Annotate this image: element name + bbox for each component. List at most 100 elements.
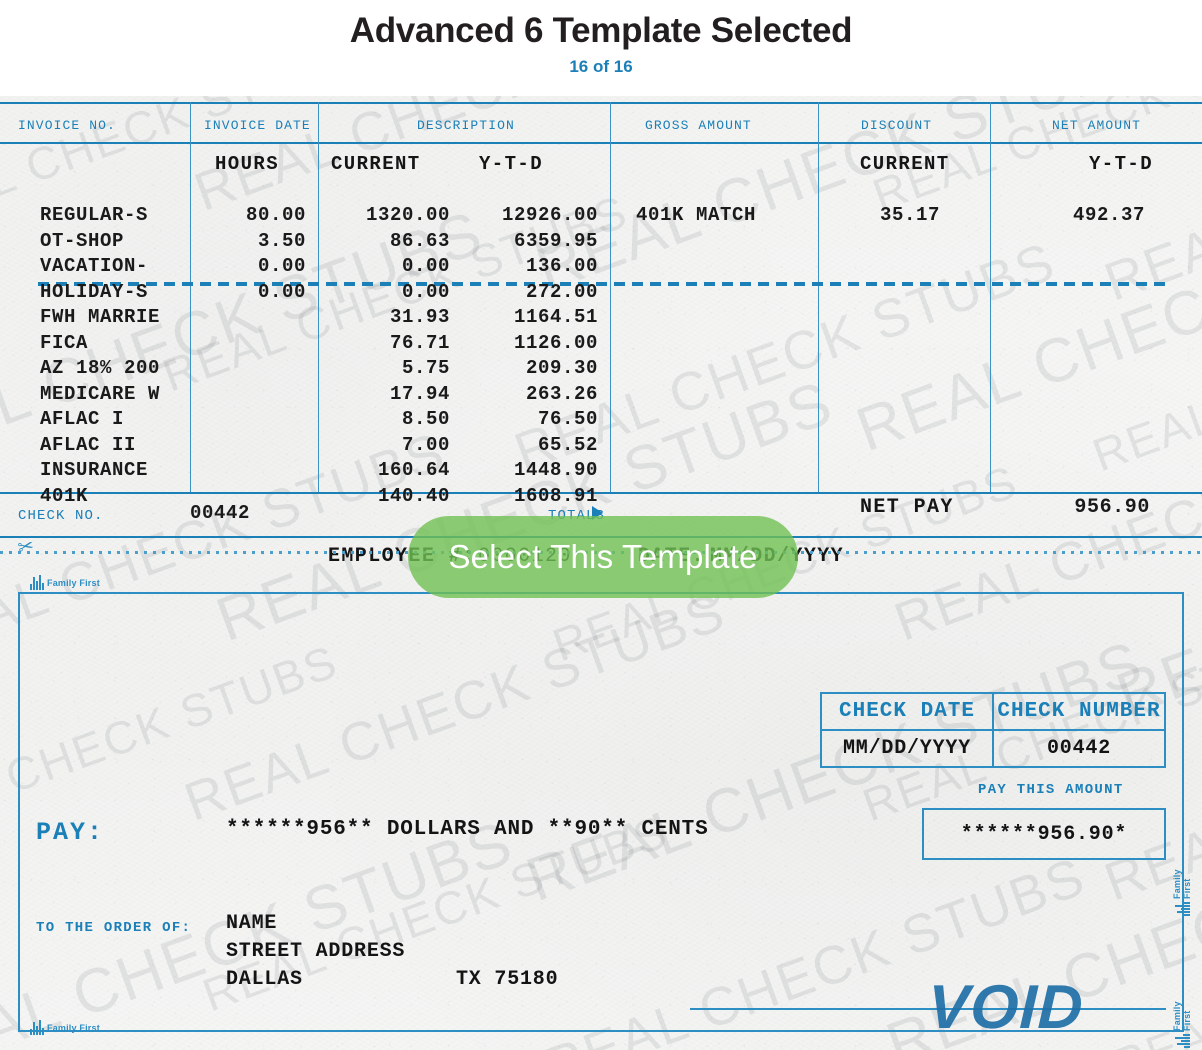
stub-row-current: 31.93 [389,306,450,328]
pay-this-amount-value: ******956.90* [960,822,1128,846]
check-section: CHECK DATE CHECK NUMBER MM/DD/YYYY 00442… [0,574,1202,1050]
stub-row-current: 76.71 [389,331,450,354]
check-date-value: MM/DD/YYYY [842,737,972,760]
waveform-icon-bottom [30,1020,44,1035]
stub-divider-4 [818,102,819,492]
stub-row-current: 5.75 [401,357,450,379]
stub-row-ytd: 12926.00 [501,204,598,226]
stub-divider-5 [990,102,991,492]
stub-row-current: 160.64 [377,459,450,481]
stub-row-ytd: 6359.95 [513,229,598,252]
stub-row-ytd: 76.50 [537,408,598,430]
pay-this-amount-box: ******956.90* [922,808,1166,860]
select-template-button[interactable]: Select This Template [408,516,798,598]
stub-row-ytd: 263.26 [525,382,598,405]
stub-row-name: OT-SHOP [40,229,125,252]
waveform-icon-right-lower [1174,1034,1190,1048]
stub-row-name: HOLIDAY-S [40,280,149,303]
pay-this-amount-label: PAY THIS AMOUNT [978,782,1124,798]
brand-label-right-lower: Family First [1172,1001,1192,1031]
page-header: Advanced 6 Template Selected 16 of 16 [0,0,1202,96]
check-date-header-cell: CHECK DATE [822,694,994,729]
stub-row-ytd: 1448.90 [513,459,598,481]
check-date-value-cell: MM/DD/YYYY [822,731,994,766]
subheader-hours: HOURS [215,153,280,175]
stub-row-hours: 0.00 [257,255,306,277]
stub-row-name: AFLAC II [40,433,137,456]
net-pay-label: NET PAY [860,496,954,519]
brand-mark-bottom-left: Family First [30,1020,100,1035]
stub-row-hours: 80.00 [245,204,306,226]
stub-row-ytd: 209.30 [525,357,598,379]
subheader-current: CURRENT [331,153,421,175]
cdn-value-row: MM/DD/YYYY 00442 [822,731,1164,766]
cdn-header-row: CHECK DATE CHECK NUMBER [822,694,1164,729]
brand-label-right-upper: Family First [1172,869,1192,899]
stub-rule-header [0,142,1202,144]
check-number-header: CHECK NUMBER [997,700,1161,723]
column-header-net-amount: NET AMOUNT [1052,118,1142,133]
stub-divider-1 [190,102,191,492]
stub-row-name: FICA [40,331,89,354]
stub-row-name: AZ 18% 200 [40,357,161,379]
brand-mark-right-lower: Family First [1172,1001,1192,1048]
stub-row-current: 1320.00 [365,204,450,226]
check-no-value: 00442 [189,502,250,524]
column-header-discount: DISCOUNT [861,118,933,133]
stub-row-name: INSURANCE [40,459,149,481]
stub-row-ytd: 272.00 [525,280,598,303]
stub-divider-3 [610,102,611,492]
stub-row-current: 7.00 [401,433,450,456]
payee-street: STREET ADDRESS [226,940,406,963]
stub-row-hours: 3.50 [257,229,306,252]
stub-row-hours: 0.00 [257,280,306,303]
stub-row-current: 0.00 [401,255,450,277]
check-number-value-cell: 00442 [994,731,1164,766]
subheader-net-ytd: Y-T-D [1089,153,1154,175]
column-header-gross-amount: GROSS AMOUNT [645,118,752,133]
stub-row-ytd: 1608.91 [513,484,598,507]
stub-row-current: 140.40 [377,484,450,507]
stub-divider-2 [318,102,319,492]
stub-rule-top [0,102,1202,104]
gross-description: 401K MATCH [636,204,757,226]
page-title: Advanced 6 Template Selected [349,11,853,50]
stub-row-current: 17.94 [389,382,450,405]
gross-net-ytd: 492.37 [1072,204,1145,226]
stub-row-name: AFLAC I [40,408,125,430]
subheader-ytd: Y-T-D [479,153,544,175]
payee-city: DALLAS [226,968,303,991]
pay-stub-section: INVOICE NO. INVOICE DATE DESCRIPTION GRO… [0,96,1202,568]
stub-row-name: 401K [40,484,89,507]
stub-row-name: MEDICARE W [40,382,161,405]
payee-state-zip: TX 75180 [456,968,559,991]
stub-row-current: 0.00 [401,280,450,303]
stub-row-ytd: 136.00 [525,255,598,277]
column-header-invoice-date: INVOICE DATE [204,118,311,133]
waveform-icon [30,575,44,590]
subheader-discount-current: CURRENT [860,153,950,175]
check-template-preview: REAL CHECK STUBSREAL CHECK STUBSREAL CHE… [0,96,1202,1050]
brand-label-top-left: Family First [47,577,100,588]
brand-label-bottom-left: Family First [47,1022,100,1033]
stub-row-name: VACATION- [40,255,149,277]
check-date-header: CHECK DATE [838,700,976,723]
select-template-label: Select This Template [448,538,758,575]
pay-label: PAY: [36,818,105,847]
page-counter: 16 of 16 [569,57,633,76]
to-the-order-of-label: TO THE ORDER OF: [36,920,192,936]
stub-rule-totals [0,492,1202,494]
waveform-icon-right [1174,902,1190,916]
stub-row-ytd: 1126.00 [513,331,598,354]
brand-mark-right-upper: Family First [1172,869,1192,916]
check-no-label: CHECK NO. [18,508,104,524]
payee-name: NAME [226,912,278,935]
check-date-number-table: CHECK DATE CHECK NUMBER MM/DD/YYYY 00442 [820,692,1166,768]
brand-mark-top-left: Family First [30,575,100,590]
stub-row-ytd: 65.52 [537,433,598,456]
check-number-header-cell: CHECK NUMBER [994,694,1164,729]
column-header-description: DESCRIPTION [417,118,515,133]
stub-row-ytd: 1164.51 [513,306,598,328]
stub-row-current: 86.63 [389,229,450,252]
gross-discount-current: 35.17 [879,204,940,226]
